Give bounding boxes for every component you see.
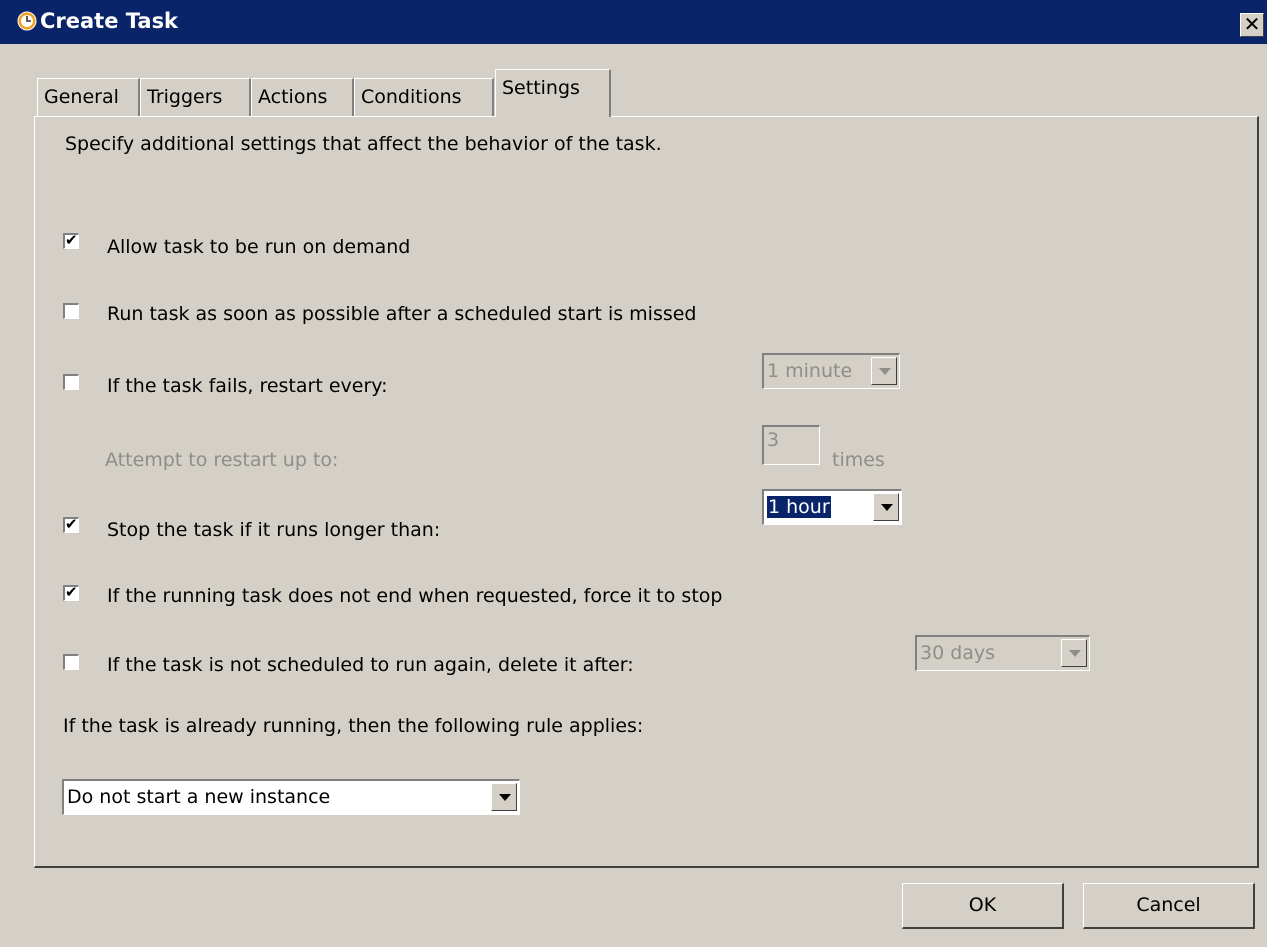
restart-interval-value: 1 minute (767, 360, 853, 382)
checkmark-icon: ✔ (65, 515, 78, 533)
restart-attempts-unit: times (832, 449, 885, 471)
settings-panel: Specify additional settings that affect … (34, 116, 1259, 868)
run-asap-checkbox[interactable] (63, 303, 79, 319)
chevron-down-icon (491, 783, 517, 811)
run-asap-label: Run task as soon as possible after a sch… (107, 303, 697, 325)
title-bar: Create Task ✕ (0, 0, 1267, 44)
stop-duration-select[interactable]: 1 hour (762, 489, 902, 525)
tab-general[interactable]: General (37, 78, 140, 116)
close-button[interactable]: ✕ (1240, 13, 1264, 37)
tab-label: Settings (502, 77, 580, 99)
force-stop-label: If the running task does not end when re… (107, 585, 723, 607)
tab-label: Triggers (147, 86, 223, 108)
stop-duration-highlight: 1 hour (767, 496, 831, 518)
tab-label: Actions (258, 86, 328, 108)
delete-after-value: 30 days (920, 642, 996, 664)
restart-attempts-input[interactable]: 3 (762, 425, 820, 465)
restart-interval-select[interactable]: 1 minute (762, 353, 900, 389)
settings-description: Specify additional settings that affect … (65, 133, 662, 155)
close-icon: ✕ (1243, 12, 1261, 36)
checkmark-icon: ✔ (65, 583, 78, 601)
tab-triggers[interactable]: Triggers (140, 78, 251, 116)
delete-after-checkbox[interactable] (63, 654, 79, 670)
restart-attempts-label: Attempt to restart up to: (105, 449, 339, 471)
restart-on-fail-label: If the task fails, restart every: (107, 375, 388, 397)
tab-label: Conditions (361, 86, 462, 108)
tab-label: General (44, 86, 119, 108)
tab-actions[interactable]: Actions (251, 78, 354, 116)
running-rule-value: Do not start a new instance (67, 786, 331, 808)
stop-if-long-checkbox[interactable]: ✔ (63, 515, 79, 533)
stop-duration-value: 1 hour (767, 496, 831, 518)
allow-on-demand-label: Allow task to be run on demand (107, 236, 411, 258)
rule-label: If the task is already running, then the… (63, 715, 644, 737)
ok-button[interactable]: OK (902, 883, 1064, 929)
chevron-down-icon (873, 493, 899, 521)
running-rule-select[interactable]: Do not start a new instance (62, 779, 520, 815)
tab-settings[interactable]: Settings (495, 69, 611, 117)
checkmark-icon: ✔ (65, 231, 78, 249)
delete-after-label: If the task is not scheduled to run agai… (107, 654, 634, 676)
tab-conditions[interactable]: Conditions (354, 78, 494, 116)
allow-on-demand-checkbox[interactable]: ✔ (63, 231, 79, 249)
stop-if-long-label: Stop the task if it runs longer than: (107, 519, 441, 541)
restart-on-fail-checkbox[interactable] (63, 374, 79, 390)
chevron-down-icon (1061, 639, 1087, 667)
force-stop-checkbox[interactable]: ✔ (63, 583, 79, 601)
task-scheduler-icon (17, 11, 37, 31)
chevron-down-icon (871, 357, 897, 385)
restart-attempts-value: 3 (767, 429, 780, 451)
delete-after-select[interactable]: 30 days (915, 635, 1090, 671)
cancel-button[interactable]: Cancel (1083, 883, 1255, 929)
window-title: Create Task (40, 9, 179, 33)
